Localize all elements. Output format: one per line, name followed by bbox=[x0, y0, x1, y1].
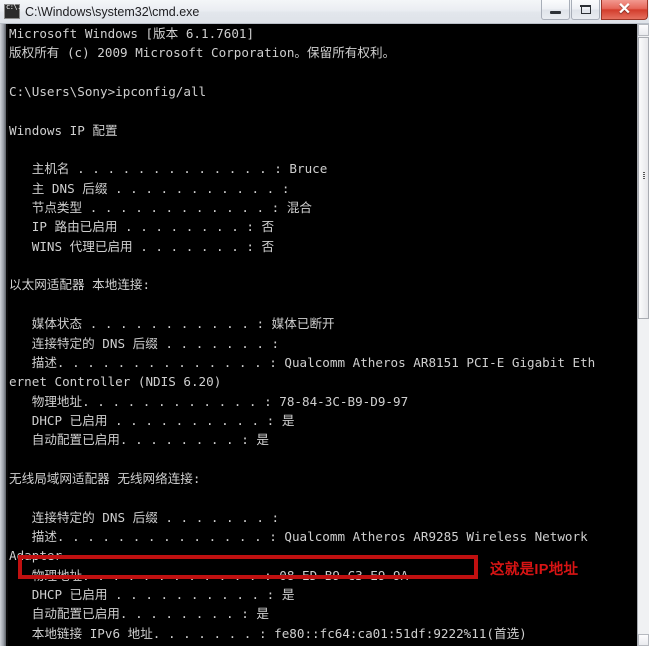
vertical-scrollbar[interactable] bbox=[637, 24, 649, 646]
minimize-icon bbox=[550, 10, 561, 14]
maximize-button[interactable] bbox=[571, 0, 600, 20]
console-line: IP 路由已启用 . . . . . . . . : 否 bbox=[9, 219, 275, 235]
console-line: Microsoft Windows [版本 6.1.7601] bbox=[9, 26, 255, 41]
console-line: 连接特定的 DNS 后缀 . . . . . . . : bbox=[9, 509, 280, 525]
console-line: 主 DNS 后缀 . . . . . . . . . . . : bbox=[9, 180, 290, 196]
console-line: 物理地址. . . . . . . . . . . . : 78-84-3C-B… bbox=[9, 393, 409, 409]
annotation-label: 这就是IP地址 bbox=[490, 562, 579, 578]
console-line: 节点类型 . . . . . . . . . . . . : 混合 bbox=[9, 200, 313, 216]
close-button[interactable]: ✕ bbox=[601, 0, 648, 20]
window-title: C:\Windows\system32\cmd.exe bbox=[25, 4, 200, 19]
console-line: 媒体状态 . . . . . . . . . . . : 媒体已断开 bbox=[9, 316, 335, 332]
console-line: 描述. . . . . . . . . . . . . . : Qualcomm… bbox=[9, 354, 596, 370]
window-controls: ✕ bbox=[540, 0, 648, 20]
console-line: C:\Users\Sony>ipconfig/all bbox=[9, 84, 207, 100]
console-line: DHCP 已启用 . . . . . . . . . . : 是 bbox=[9, 412, 295, 428]
console-line: ernet Controller (NDIS 6.20) bbox=[9, 374, 222, 390]
maximize-icon bbox=[580, 4, 591, 14]
console-line: DHCP 已启用 . . . . . . . . . . : 是 bbox=[9, 586, 295, 602]
console-line: 无线局域网适配器 无线网络连接: bbox=[9, 470, 201, 486]
console-client-area[interactable]: Microsoft Windows [版本 6.1.7601] 版权所有 (c) … bbox=[0, 24, 649, 646]
console-line: Windows IP 配置 bbox=[9, 122, 118, 138]
scrollbar-thumb[interactable] bbox=[638, 37, 649, 319]
console-output-text: Microsoft Windows [版本 6.1.7601] 版权所有 (c) … bbox=[9, 24, 639, 646]
console-line: 主机名 . . . . . . . . . . . . . : Bruce bbox=[9, 161, 328, 177]
console-line: 本地链接 IPv6 地址. . . . . . . : fe80::fc64:c… bbox=[9, 625, 527, 641]
window-titlebar[interactable]: C:\Windows\system32\cmd.exe ✕ bbox=[0, 0, 649, 24]
console-line: 连接特定的 DNS 后缀 . . . . . . . : bbox=[9, 335, 280, 351]
console-line: 版权所有 (c) 2009 Microsoft Corporation。保留所有… bbox=[9, 45, 396, 61]
console-line: WINS 代理已启用 . . . . . . . : 否 bbox=[9, 238, 275, 254]
console-inner-edge bbox=[6, 24, 8, 646]
scrollbar-up-arrow-button[interactable] bbox=[638, 24, 649, 36]
console-line: 自动配置已启用. . . . . . . . : 是 bbox=[9, 432, 269, 448]
console-line: 描述. . . . . . . . . . . . . . : Qualcomm… bbox=[9, 528, 588, 544]
scrollbar-grip-icon bbox=[643, 172, 645, 181]
close-icon: ✕ bbox=[617, 0, 632, 18]
cmd-console-icon bbox=[4, 3, 21, 19]
console-line: 自动配置已启用. . . . . . . . : 是 bbox=[9, 606, 269, 622]
cmd-window: C:\Windows\system32\cmd.exe ✕ Microsoft … bbox=[0, 0, 649, 646]
console-line: 以太网适配器 本地连接: bbox=[9, 277, 151, 293]
scrollbar-down-arrow-button[interactable] bbox=[638, 634, 649, 646]
minimize-button[interactable] bbox=[541, 0, 570, 20]
